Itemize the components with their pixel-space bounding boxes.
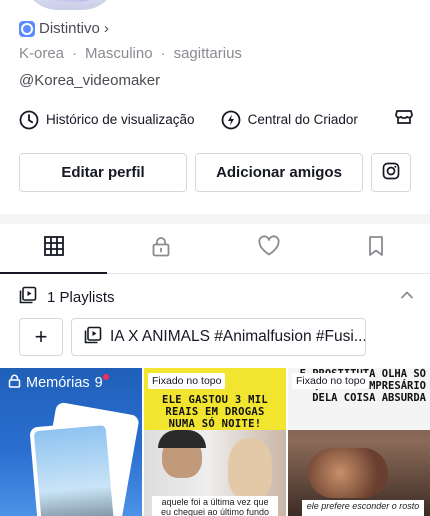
section-divider [0,214,430,224]
lightning-icon [221,110,241,130]
video-caption: aquele foi a última vez que eu cheguei a… [152,496,278,516]
memories-tile[interactable]: Memórias 9 [0,368,142,516]
history-link[interactable]: Histórico de visualização [19,110,195,130]
lock-icon [150,235,172,262]
playlist-chip[interactable]: IA X ANIMALS #Animalfusion #Fusi... [71,318,366,356]
profile-actions: Editar perfil Adicionar amigos [19,153,411,192]
video-person [158,430,206,478]
bookmark-icon [366,235,386,262]
edit-profile-button[interactable]: Editar perfil [19,153,187,192]
profile-links: Histórico de visualização Central do Cri… [19,107,414,132]
memory-photo [33,425,115,516]
memories-count: 9 [94,374,109,391]
tab-videos[interactable] [0,224,108,274]
notification-dot [102,374,109,380]
video-caption: ele prefere esconder o rosto [302,500,424,516]
tab-saved[interactable] [323,224,430,273]
meta-zodiac: sagittarius [173,45,242,62]
playlist-row: + IA X ANIMALS #Animalfusion #Fusi... [19,318,366,356]
badge-label: Distintivo [39,20,100,37]
video-thumbnail[interactable]: E PROSTITUTA OLHA SÓ QUE E O EMPRESÁRIO … [288,368,430,516]
chevron-right-icon: › [103,20,109,37]
profile-handle: @Korea_videomaker [19,72,161,89]
meta-gender: Masculino [85,45,153,62]
content-tabs [0,224,430,274]
clock-icon [19,110,39,130]
instagram-button[interactable] [371,153,411,192]
tab-private[interactable] [108,224,216,273]
lock-icon [8,374,21,392]
tab-liked[interactable] [215,224,323,273]
add-friends-button[interactable]: Adicionar amigos [195,153,363,192]
profile-meta: K-orea · Masculino · sagittarius [19,45,242,62]
memories-label: Memórias [26,375,90,391]
creator-label: Central do Criador [247,112,358,127]
instagram-icon [382,162,400,184]
badge-icon [19,20,35,37]
grid-icon [43,235,65,262]
meta-region: K-orea [19,45,65,62]
memories-count-value: 9 [94,375,103,391]
heart-icon [257,235,281,262]
badge-link[interactable]: Distintivo › [19,20,109,37]
playlists-count-label: 1 Playlists [47,288,115,306]
shop-icon[interactable] [394,107,414,132]
playlists-header[interactable]: 1 Playlists [19,286,414,308]
meta-separator: · [72,45,78,62]
video-grid: Memórias 9 Fixado no topo ELE GASTOU 3 M… [0,368,430,516]
memory-card [29,420,119,516]
playlist-icon [19,286,37,308]
playlist-icon [84,326,102,349]
memories-label-row: Memórias 9 [8,374,109,392]
video-thumbnail[interactable]: Fixado no topo ELE GASTOU 3 MIL REAIS EM… [144,368,286,516]
video-scene [308,448,388,498]
video-person [222,434,278,498]
avatar[interactable] [22,0,118,10]
playlist-title: IA X ANIMALS #Animalfusion #Fusi... [110,328,366,345]
history-label: Histórico de visualização [46,112,195,127]
meta-separator: · [160,45,166,62]
add-playlist-button[interactable]: + [19,318,63,356]
pinned-label: Fixado no topo [292,373,370,389]
chevron-up-icon[interactable] [400,288,414,306]
video-headline: ELE GASTOU 3 MIL REAIS EM DROGAS NUMA SÓ… [162,394,268,430]
pinned-label: Fixado no topo [148,373,226,389]
creator-center-link[interactable]: Central do Criador [221,110,358,130]
